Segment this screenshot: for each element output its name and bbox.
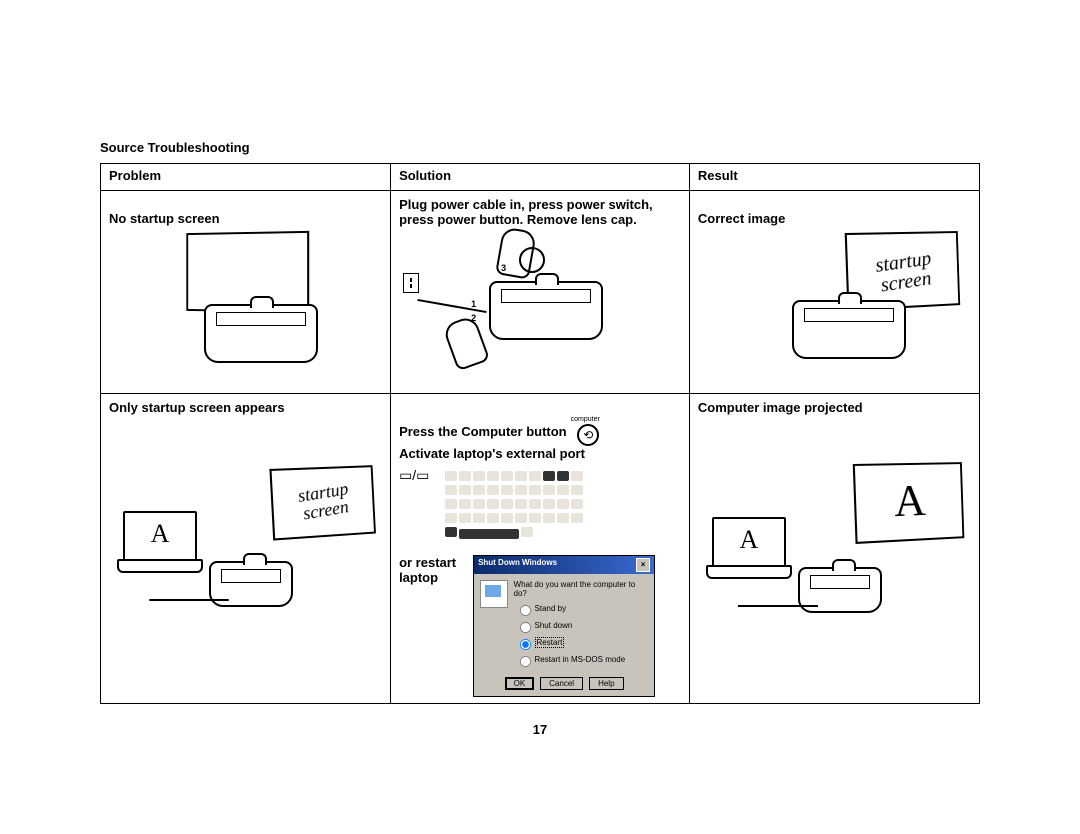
cable-illustration xyxy=(738,605,818,607)
cell-solution-2: Press the Computer button computer ⟲ Act… xyxy=(391,394,690,704)
hand-illustration xyxy=(442,315,490,372)
table-row: Only startup screen appears startup scre… xyxy=(101,394,980,704)
computer-button-label: computer xyxy=(571,416,600,423)
problem-2-text: Only startup screen appears xyxy=(109,400,382,415)
laptop-screen-letter: A xyxy=(714,519,784,555)
section-title: Source Troubleshooting xyxy=(100,140,980,155)
projected-letter: A xyxy=(855,464,962,528)
projected-screen-illustration: A xyxy=(853,462,965,544)
col-solution: Solution xyxy=(391,164,690,191)
solution-1-text: Plug power cable in, press power switch,… xyxy=(399,197,681,227)
result-1-text: Correct image xyxy=(698,211,971,226)
shutdown-dialog: Shut Down Windows × What do you want the… xyxy=(473,555,655,697)
dialog-opt-msdos[interactable]: Restart in MS-DOS mode xyxy=(514,652,649,668)
laptop-illustration: A xyxy=(123,511,197,565)
cell-result-2: Computer image projected A A xyxy=(689,394,979,704)
computer-button-icon: ⟲ xyxy=(577,424,599,446)
dialog-help-button[interactable]: Help xyxy=(589,677,623,690)
cell-problem-2: Only startup screen appears startup scre… xyxy=(101,394,391,704)
dialog-opt-restart[interactable]: Restart xyxy=(514,635,649,651)
laptop-illustration: A xyxy=(712,517,786,571)
monitor-toggle-icon: ▭/▭ xyxy=(399,467,429,484)
page-number: 17 xyxy=(100,722,980,737)
solution-2-or-restart: or restart laptop xyxy=(399,555,463,585)
dialog-prompt: What do you want the computer to do? xyxy=(514,580,649,598)
table-row: No startup screen Plug power cable in, p… xyxy=(101,191,980,394)
troubleshooting-table: Problem Solution Result No startup scree… xyxy=(100,163,980,704)
outlet-icon xyxy=(403,273,419,293)
result-2-text: Computer image projected xyxy=(698,400,971,415)
col-problem: Problem xyxy=(101,164,391,191)
startup-screen-illustration: startup screen xyxy=(269,465,376,540)
dialog-ok-button[interactable]: OK xyxy=(505,677,535,690)
projector-illustration xyxy=(204,304,318,363)
blank-screen-illustration xyxy=(186,231,309,313)
laptop-screen-letter: A xyxy=(125,513,195,549)
dialog-monitor-icon xyxy=(480,580,507,608)
solution-2-line1: Press the Computer button xyxy=(399,424,567,439)
dialog-cancel-button[interactable]: Cancel xyxy=(540,677,583,690)
startup-screen-text: startup screen xyxy=(844,228,960,300)
projector-illustration xyxy=(792,300,906,359)
lens-cap-icon xyxy=(519,247,545,273)
step-2: 2 xyxy=(471,313,476,323)
dialog-title: Shut Down Windows xyxy=(478,558,557,572)
cell-result-1: Correct image startup screen xyxy=(689,191,979,394)
dialog-opt-shutdown[interactable]: Shut down xyxy=(514,618,649,634)
cell-problem-1: No startup screen xyxy=(101,191,391,394)
cell-solution-1: Plug power cable in, press power switch,… xyxy=(391,191,690,394)
step-3: 3 xyxy=(501,263,506,273)
col-result: Result xyxy=(689,164,979,191)
startup-screen-text: startup screen xyxy=(270,462,376,527)
keyboard-illustration xyxy=(441,467,609,545)
cable-illustration xyxy=(149,599,229,601)
projector-illustration xyxy=(489,281,603,340)
cable-illustration xyxy=(417,299,486,313)
dialog-opt-standby[interactable]: Stand by xyxy=(514,601,649,617)
close-icon[interactable]: × xyxy=(636,558,650,572)
problem-1-text: No startup screen xyxy=(109,211,382,226)
solution-2-line2: Activate laptop's external port xyxy=(399,446,681,461)
